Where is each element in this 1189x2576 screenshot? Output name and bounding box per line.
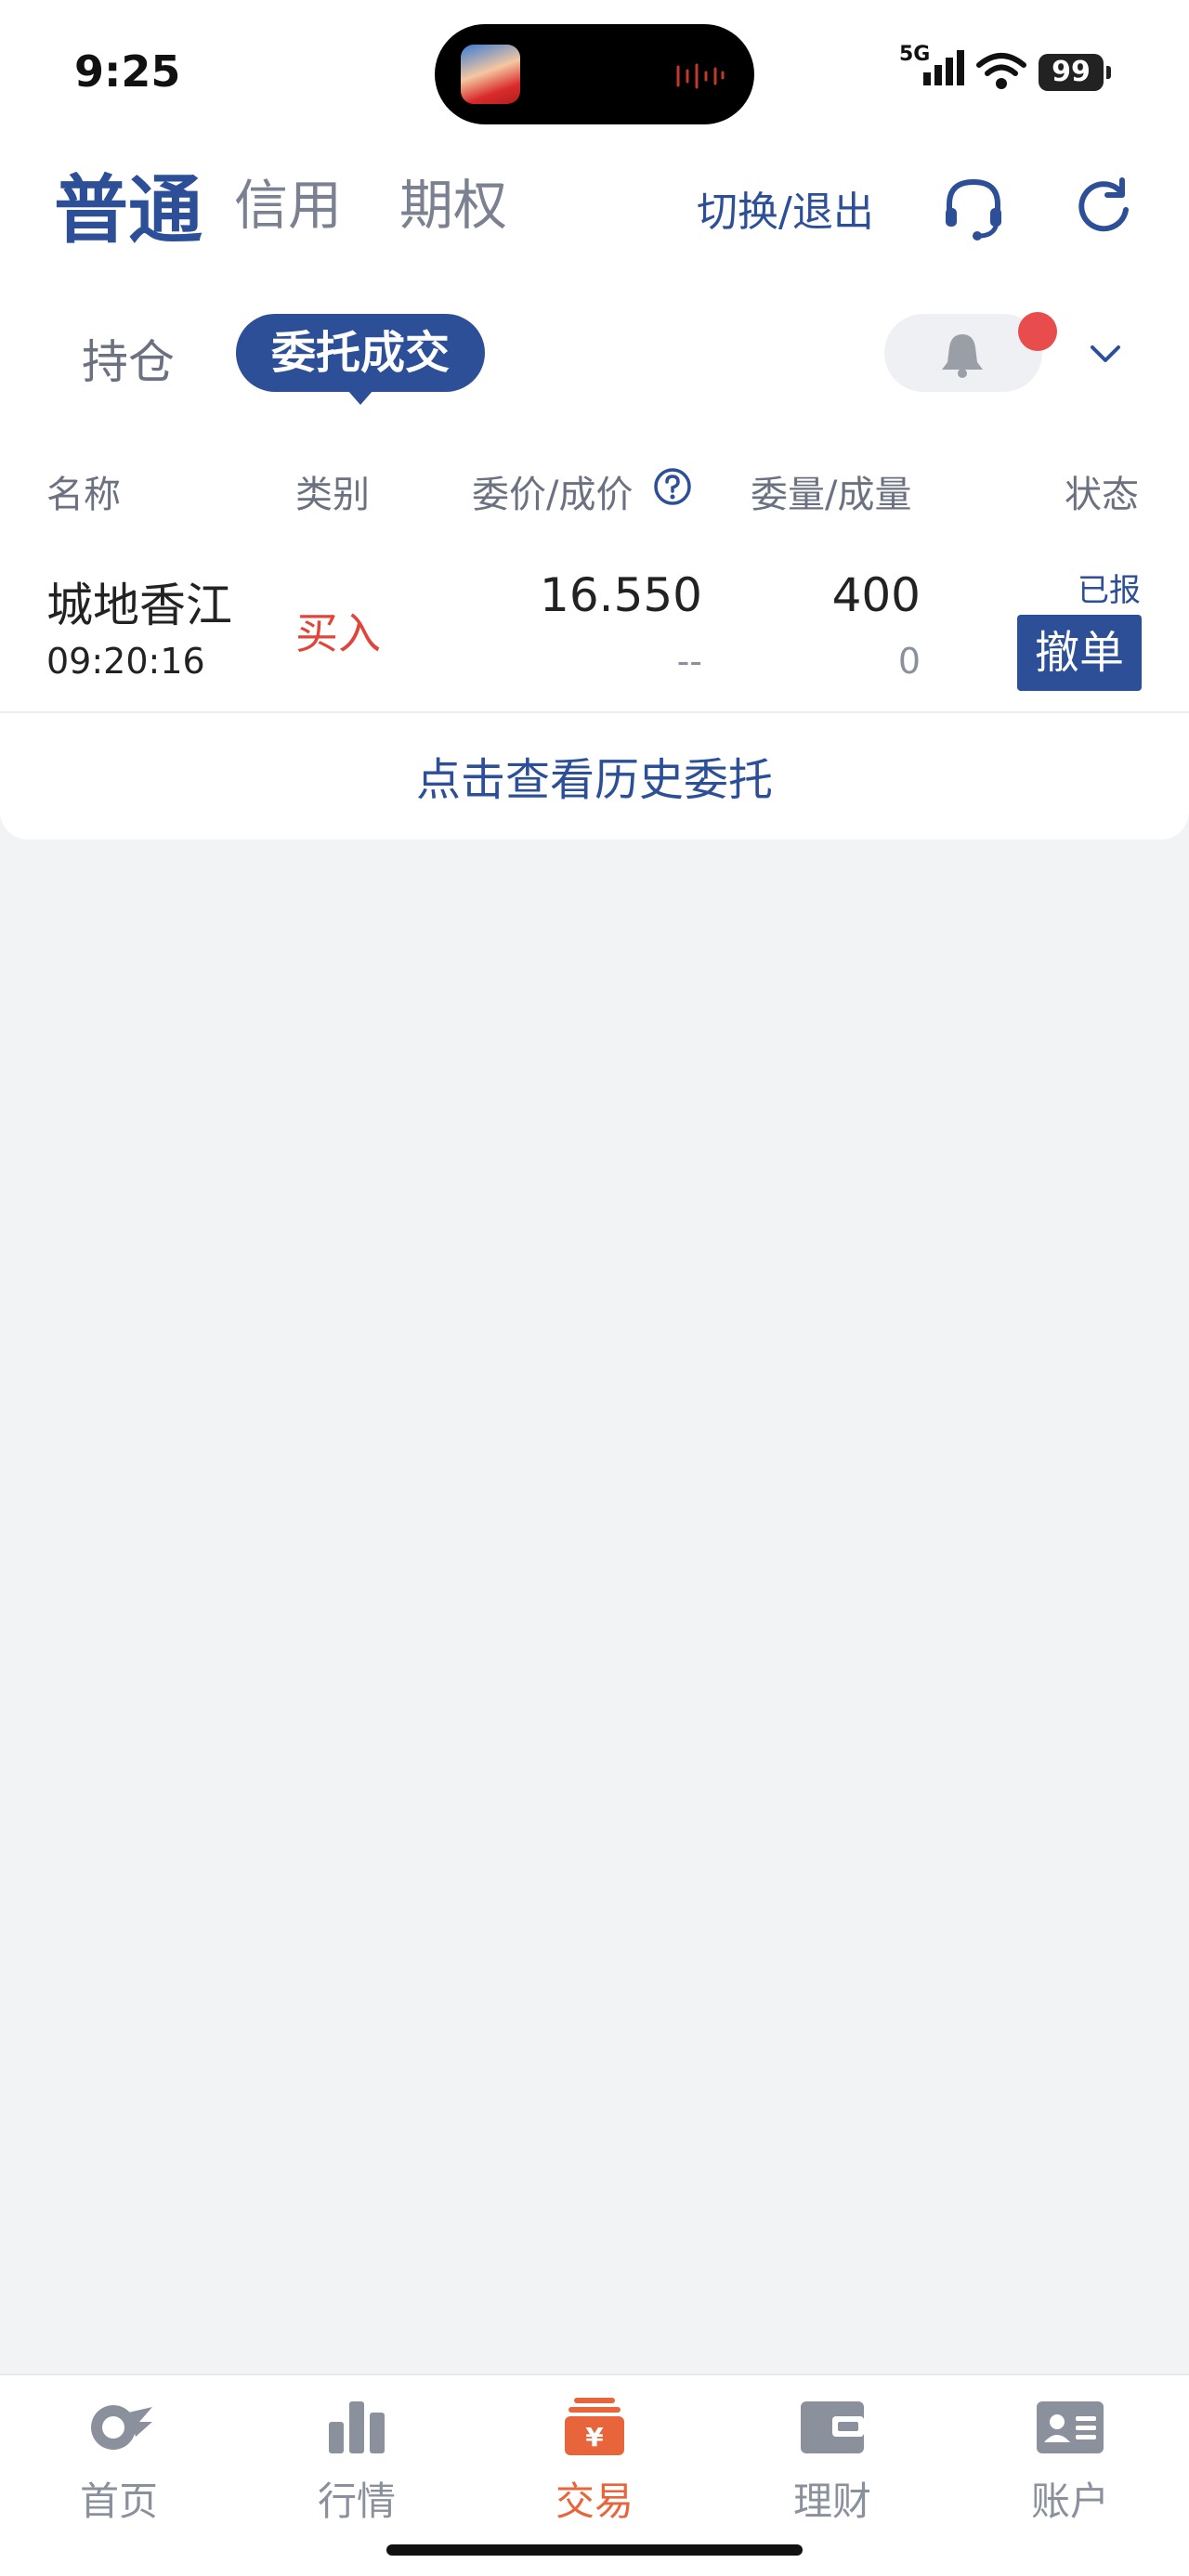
wallet-icon [801, 2401, 864, 2453]
chevron-down-icon[interactable] [1087, 340, 1124, 368]
deal-qty: 0 [897, 641, 921, 682]
home-indicator[interactable] [386, 2544, 803, 2556]
history-orders-link[interactable]: 点击查看历史委托 [0, 743, 1189, 808]
col-qty: 委量/成量 [751, 474, 912, 516]
nav-label: 首页 [79, 2478, 158, 2524]
deal-price: -- [676, 641, 702, 682]
tab-positions[interactable]: 持仓 [82, 325, 175, 392]
home-icon [91, 2405, 152, 2450]
battery-icon: 99 [1039, 54, 1111, 91]
tab-credit[interactable]: 信用 [234, 162, 342, 240]
col-price: 委价/成价 [472, 474, 634, 516]
dynamic-island [435, 24, 754, 124]
order-time: 09:20:16 [46, 641, 205, 682]
refresh-icon[interactable] [1068, 173, 1139, 243]
switch-logout-link[interactable]: 切换/退出 [697, 178, 874, 238]
cancel-order-button[interactable]: 撤单 [1017, 615, 1142, 691]
nav-market[interactable]: 行情 [273, 2394, 440, 2527]
account-card-icon [1037, 2401, 1104, 2453]
chart-icon [329, 2401, 385, 2453]
audio-wave-icon [676, 63, 725, 89]
wifi-icon [976, 53, 1026, 89]
nav-label: 交易 [555, 2478, 634, 2524]
order-type: 买入 [295, 608, 381, 658]
tab-normal[interactable]: 普通 [54, 150, 203, 258]
now-playing-avatar [461, 45, 520, 104]
col-name: 名称 [46, 474, 121, 516]
svg-text:¥: ¥ [585, 2422, 604, 2452]
nav-trade[interactable]: ¥ 交易 [511, 2394, 678, 2527]
trade-icon: ¥ [565, 2398, 624, 2455]
nav-label: 行情 [317, 2478, 396, 2524]
order-price: 16.550 [540, 568, 702, 622]
nav-home[interactable]: 首页 [35, 2394, 203, 2527]
row-divider [0, 711, 1189, 713]
col-type: 类别 [295, 474, 370, 516]
nav-wealth[interactable]: 理财 [749, 2394, 916, 2527]
notification-badge [1018, 312, 1057, 351]
status-badge: 已报 [1078, 572, 1141, 609]
nav-label: 账户 [1030, 2478, 1109, 2524]
nav-account[interactable]: 账户 [986, 2394, 1154, 2527]
tab-orders-deals[interactable]: 委托成交 [236, 314, 486, 405]
order-qty: 400 [831, 568, 921, 622]
stock-name: 城地香江 [46, 579, 232, 632]
nav-label: 理财 [792, 2478, 871, 2524]
headset-icon[interactable] [938, 173, 1009, 243]
status-bar: 9:25 5G 99 [0, 0, 1189, 139]
tab-options[interactable]: 期权 [399, 162, 507, 240]
help-icon[interactable] [652, 466, 693, 507]
col-status: 状态 [1065, 474, 1139, 516]
account-header: 普通 信用 期权 切换/退出 [0, 139, 1189, 275]
bell-icon [942, 334, 983, 378]
status-time: 9:25 [74, 46, 181, 97]
